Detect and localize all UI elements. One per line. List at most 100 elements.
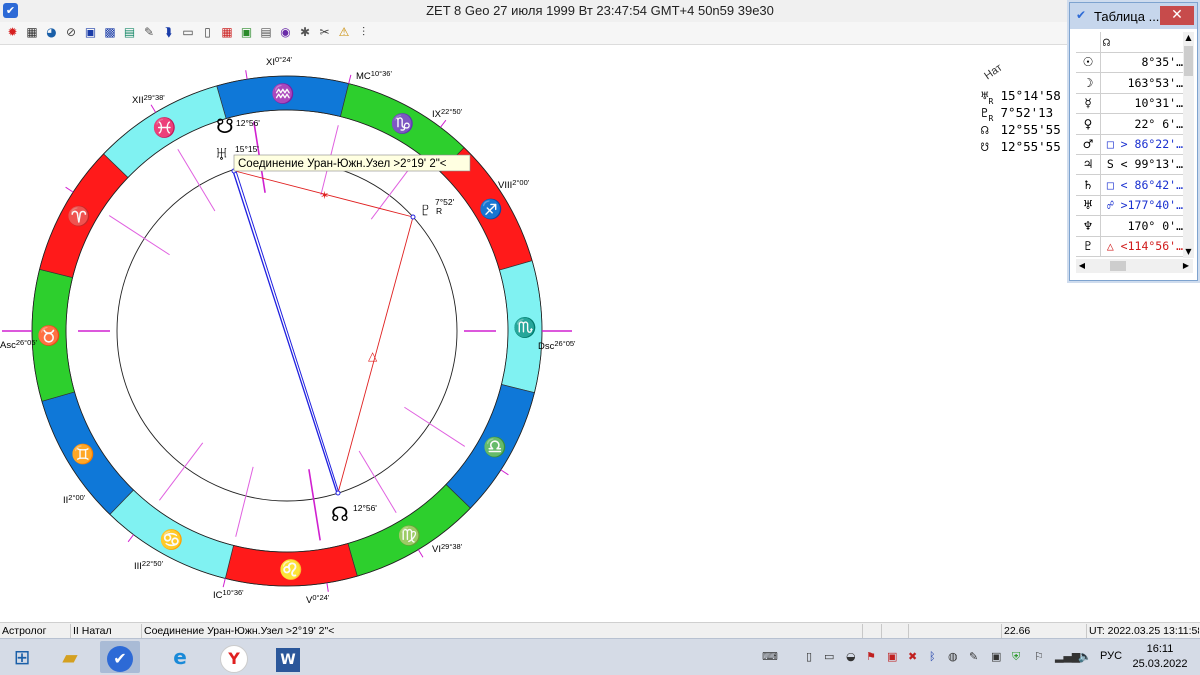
- cusp-tick: [326, 582, 329, 592]
- graph-icon[interactable]: ⫶: [355, 24, 372, 41]
- north-node-icon[interactable]: ☊: [331, 504, 349, 526]
- table-grid-icon[interactable]: ▦: [24, 24, 41, 41]
- tray-window-icon[interactable]: ▣: [991, 650, 1001, 664]
- gear-red-icon[interactable]: ✹: [4, 24, 21, 41]
- table-row[interactable]: ☉ 8°35'…: [1076, 52, 1183, 74]
- uranus-icon[interactable]: ♅: [214, 143, 229, 165]
- horizontal-scrollbar[interactable]: ◀ ▶: [1076, 259, 1193, 273]
- tray-pen-icon[interactable]: ✎: [969, 650, 978, 664]
- word-icon[interactable]: W: [268, 641, 308, 673]
- paint-icon[interactable]: ✎: [141, 24, 158, 41]
- status-bar: Астролог II Натал Соединение Уран-Южн.Уз…: [0, 622, 1200, 639]
- internet-explorer-icon[interactable]: e: [160, 641, 200, 673]
- house-cusp-label: IX22°50': [432, 107, 463, 120]
- aspect-value-cell: □ < 86°42'…: [1106, 177, 1183, 192]
- network-signal-icon[interactable]: ▂▄▆: [1055, 650, 1080, 664]
- scroll-thumb[interactable]: [1184, 46, 1193, 76]
- chart-icon[interactable]: ▤: [121, 24, 138, 41]
- south-node-degree: 12°56': [236, 118, 260, 128]
- tray-app-icon[interactable]: ◍: [948, 650, 958, 664]
- cusp-degree: 26°05': [554, 339, 576, 348]
- table-window-titlebar[interactable]: ✔ Таблица ... ✕: [1070, 3, 1197, 29]
- usb-icon[interactable]: ▯: [806, 650, 812, 664]
- tray-icon-3[interactable]: ◒: [846, 650, 856, 664]
- scroll-up-icon[interactable]: ▲: [1183, 32, 1194, 44]
- side-position-row: ♇R 7°52'13: [981, 105, 1053, 123]
- zodiac-sign-icon: ♐: [479, 197, 503, 220]
- planet-position-value: 7°52'13: [1000, 105, 1054, 120]
- cusp-name: XII: [132, 95, 144, 106]
- page-icon[interactable]: ▤: [258, 24, 275, 41]
- planet-glyph-icon: ☉: [1076, 52, 1101, 73]
- blue-grid-icon[interactable]: ▩: [102, 24, 119, 41]
- security-shield-icon[interactable]: ⛨: [1012, 650, 1020, 664]
- status-empty-3: [909, 624, 1002, 638]
- cusp-degree: 0°24': [312, 593, 330, 602]
- pluto-icon[interactable]: ♇: [418, 199, 433, 221]
- house-cusp-label: VIII2°00': [498, 178, 530, 191]
- table-row[interactable]: ♆ 170° 0'…: [1076, 215, 1183, 237]
- vertical-scrollbar[interactable]: ▲ ▼: [1183, 32, 1194, 258]
- target-icon[interactable]: ◉: [277, 24, 294, 41]
- header-empty-cell: [1076, 32, 1101, 52]
- table-row[interactable]: ☿ 10°31'…: [1076, 93, 1183, 115]
- arrow-icon[interactable]: ⮯: [160, 24, 177, 41]
- zet-app-taskbar-icon[interactable]: ✔: [100, 641, 140, 673]
- clock-time[interactable]: 16:11: [1130, 643, 1190, 655]
- aspect-value-cell: 170° 0'…: [1127, 218, 1183, 233]
- speaker-icon[interactable]: 🔈: [1078, 650, 1092, 664]
- table-row[interactable]: ☽ 163°53'…: [1076, 72, 1183, 94]
- scroll-right-icon[interactable]: ▶: [1180, 259, 1192, 273]
- calendar-icon[interactable]: ▦: [219, 24, 236, 41]
- tray-card-icon[interactable]: ▣: [887, 650, 897, 664]
- keyboard-icon[interactable]: ⌨: [762, 650, 778, 664]
- cusp-tick: [500, 469, 509, 476]
- monitor-icon[interactable]: ▭: [824, 650, 834, 664]
- table-row[interactable]: ♅ ☍ >177°40'…: [1076, 195, 1183, 217]
- tray-x-icon[interactable]: ✖: [908, 650, 917, 664]
- aspect-table-window[interactable]: ✔ Таблица ... ✕ ☊ ☉ 8°35'… ☽ 163°53'… ☿ 10°31…: [1069, 2, 1198, 281]
- file-explorer-icon[interactable]: ▰: [50, 641, 90, 673]
- aspect-value-cell: 163°53'…: [1127, 75, 1183, 90]
- close-button[interactable]: ✕: [1160, 6, 1194, 25]
- tray-flag-icon[interactable]: ⚑: [866, 650, 876, 664]
- window-icon[interactable]: ▭: [180, 24, 197, 41]
- start-windows-icon[interactable]: ⊞: [2, 641, 42, 673]
- cusp-tick: [65, 186, 74, 193]
- house-cusp-label: V0°24': [306, 593, 330, 606]
- table-row[interactable]: ♂ □ > 86°22'…: [1076, 134, 1183, 155]
- document-icon[interactable]: ▯: [199, 24, 216, 41]
- bluetooth-icon[interactable]: ᛒ: [929, 650, 936, 664]
- table-row[interactable]: ♀ 22° 6'…: [1076, 113, 1183, 135]
- image-icon[interactable]: ▣: [238, 24, 255, 41]
- scroll-left-icon[interactable]: ◀: [1076, 259, 1088, 273]
- cusp-name: VIII: [498, 180, 512, 191]
- aspect-tooltip-text: Соединение Уран-Южн.Узел >2°19' 2"<: [238, 158, 447, 170]
- house-cusp-label: MC10°36': [356, 69, 392, 82]
- globe-icon[interactable]: ◕: [43, 24, 60, 41]
- house-cusp-label: XI0°24': [266, 55, 292, 68]
- planet-position-value: 12°55'55: [1000, 122, 1061, 137]
- input-language[interactable]: РУС: [1100, 650, 1122, 662]
- settings-icon[interactable]: ✱: [297, 24, 314, 41]
- blue-square-icon[interactable]: ▣: [82, 24, 99, 41]
- tools-icon[interactable]: ✂: [316, 24, 333, 41]
- house-cusp-label: Dsc26°05': [538, 339, 576, 352]
- h-scroll-thumb[interactable]: [1110, 261, 1126, 271]
- compass-icon[interactable]: ⊘: [63, 24, 80, 41]
- clock-date[interactable]: 25.03.2022: [1130, 658, 1190, 670]
- status-empty-1: [863, 624, 882, 638]
- tray-flag2-icon[interactable]: ⚐: [1034, 650, 1044, 664]
- cusp-name: XI: [266, 57, 275, 68]
- yandex-browser-icon[interactable]: Y: [214, 641, 254, 673]
- northnode-point: [335, 490, 341, 496]
- warning-icon[interactable]: ⚠: [336, 24, 353, 41]
- scroll-down-icon[interactable]: ▼: [1183, 246, 1194, 258]
- taskbar: ⊞ ▰ ✔ e Y W ⌨ ▯ ▭ ◒ ⚑ ▣ ✖ ᛒ ◍ ✎ ▣ ⛨ ⚐ ▂▄…: [0, 638, 1200, 675]
- table-row[interactable]: ♄ □ < 86°42'…: [1076, 174, 1183, 196]
- south-node-icon[interactable]: ☋: [216, 116, 234, 138]
- table-header-row: ☊: [1076, 32, 1183, 53]
- planet-glyph-icon: ♀: [1076, 113, 1101, 134]
- table-row[interactable]: ♃ S < 99°13'…: [1076, 154, 1183, 176]
- table-row[interactable]: ♇ △ <114°56'…: [1076, 236, 1183, 257]
